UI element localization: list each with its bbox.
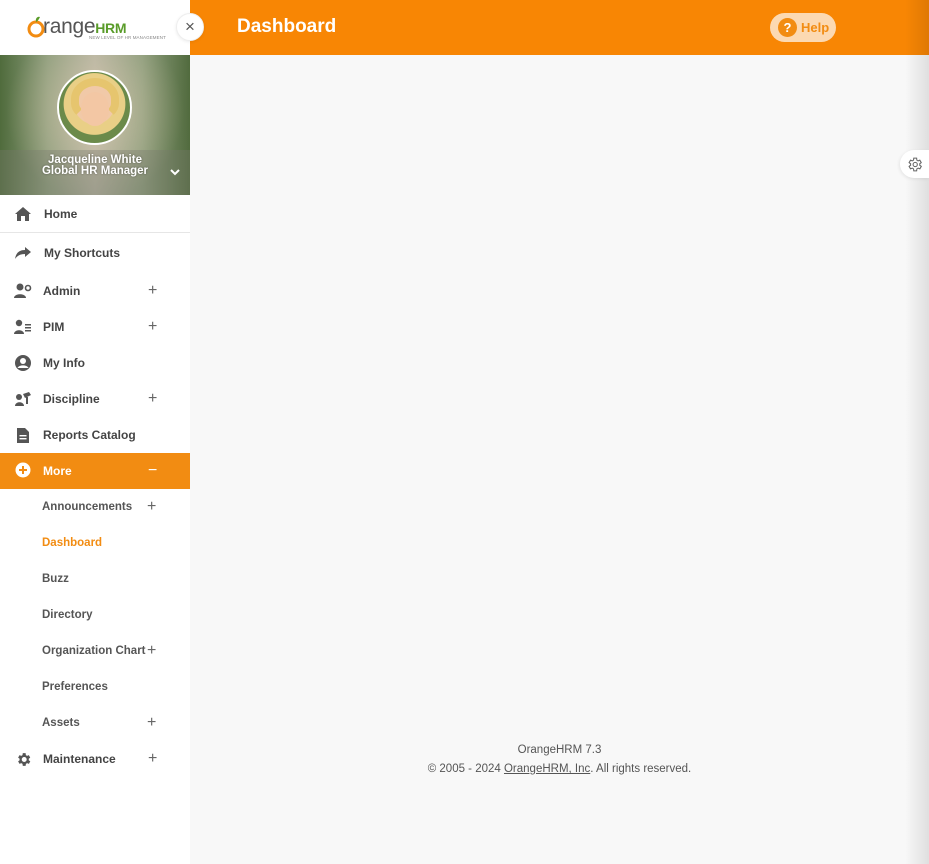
submenu-item-organization-chart-label: Organization Chart xyxy=(42,645,146,657)
chevron-down-icon[interactable] xyxy=(168,165,182,179)
footer-version: OrangeHRM 7.3 xyxy=(517,744,602,756)
menu-item-admin-expand[interactable]: + xyxy=(148,283,157,299)
user-profile-card[interactable]: Jacqueline White Global HR Manager xyxy=(0,55,190,195)
submenu-item-dashboard[interactable]: Dashboard xyxy=(0,525,190,561)
submenu-item-preferences[interactable]: Preferences xyxy=(0,669,190,705)
home-icon xyxy=(14,205,32,223)
help-icon: ? xyxy=(778,18,797,37)
menu-item-maintenance-expand[interactable]: + xyxy=(148,751,157,767)
menu-item-my-shortcuts-label: My Shortcuts xyxy=(44,246,121,260)
help-label: Help xyxy=(801,20,830,35)
menu-item-my-shortcuts[interactable]: My Shortcuts xyxy=(0,233,190,273)
submenu-item-organization-chart-expand[interactable]: + xyxy=(147,643,156,659)
menu-item-my-info-label: My Info xyxy=(43,356,85,370)
user-circle-icon xyxy=(14,354,32,372)
report-icon xyxy=(14,426,32,444)
avatar-face xyxy=(81,92,109,126)
menu-item-discipline-label: Discipline xyxy=(43,392,100,406)
submenu-item-assets-expand[interactable]: + xyxy=(147,715,156,731)
help-button[interactable]: ? Help xyxy=(770,13,836,42)
footer-copyright-suffix: . All rights reserved. xyxy=(590,763,692,775)
orangehrm-logo[interactable]: rangeHRM NEW LEVEL OF HR MANAGEMENT xyxy=(27,13,167,43)
right-edge-shadow xyxy=(905,0,929,864)
menu-item-more-label: More xyxy=(43,464,72,478)
menu-item-pim-expand[interactable]: + xyxy=(148,319,157,335)
menu-item-maintenance[interactable]: Maintenance + xyxy=(0,741,190,777)
menu-item-more[interactable]: More − xyxy=(0,453,190,489)
id-list-icon xyxy=(14,318,32,336)
logo-wordmark-range: range xyxy=(43,15,96,38)
submenu-item-preferences-label: Preferences xyxy=(42,681,108,693)
menu-item-more-collapse[interactable]: − xyxy=(148,463,157,479)
user-cog-icon xyxy=(14,282,32,300)
main-menu: Home My Shortcuts Admin + PIM + My Info … xyxy=(0,195,190,777)
avatar xyxy=(57,70,132,145)
submenu-item-assets-label: Assets xyxy=(42,717,80,729)
logo-tagline: NEW LEVEL OF HR MANAGEMENT xyxy=(89,35,166,40)
menu-item-discipline-expand[interactable]: + xyxy=(148,391,157,407)
menu-item-admin[interactable]: Admin + xyxy=(0,273,190,309)
logo-area: rangeHRM NEW LEVEL OF HR MANAGEMENT xyxy=(0,0,190,55)
menu-item-reports-catalog-label: Reports Catalog xyxy=(43,428,136,442)
profile-job-title: Global HR Manager xyxy=(41,165,149,177)
submenu-item-directory[interactable]: Directory xyxy=(0,597,190,633)
submenu-item-dashboard-label: Dashboard xyxy=(42,537,103,549)
menu-item-my-info[interactable]: My Info xyxy=(0,345,190,381)
close-icon: × xyxy=(185,17,195,36)
settings-button[interactable] xyxy=(900,150,929,178)
submenu-item-assets[interactable]: Assets + xyxy=(0,705,190,741)
submenu-item-organization-chart[interactable]: Organization Chart + xyxy=(0,633,190,669)
submenu-item-buzz-label: Buzz xyxy=(42,573,69,585)
discipline-icon xyxy=(14,390,32,408)
footer-copyright-prefix: © 2005 - 2024 xyxy=(427,763,504,775)
submenu-item-announcements[interactable]: Announcements + xyxy=(0,489,190,525)
menu-item-discipline[interactable]: Discipline + xyxy=(0,381,190,417)
submenu-item-buzz[interactable]: Buzz xyxy=(0,561,190,597)
plus-circle-icon xyxy=(14,462,32,480)
logo-wordmark-hrm: HRM xyxy=(95,20,127,36)
settings-icon xyxy=(908,157,922,171)
menu-item-admin-label: Admin xyxy=(43,284,81,298)
submenu-item-directory-label: Directory xyxy=(42,609,93,621)
menu-item-home[interactable]: Home xyxy=(0,195,190,233)
menu-item-home-label: Home xyxy=(44,206,78,221)
footer-company-link[interactable]: OrangeHRM, Inc xyxy=(504,763,590,775)
gear-icon xyxy=(14,750,32,768)
menu-item-pim-label: PIM xyxy=(43,320,65,334)
menu-item-maintenance-label: Maintenance xyxy=(43,752,116,766)
top-header: Dashboard ? Help xyxy=(190,0,929,55)
footer-copyright: © 2005 - 2024 OrangeHRM, Inc. All rights… xyxy=(190,763,929,775)
page-title: Dashboard xyxy=(237,16,337,37)
submenu-item-announcements-expand[interactable]: + xyxy=(147,499,156,515)
sidebar: rangeHRM NEW LEVEL OF HR MANAGEMENT × Ja… xyxy=(0,0,204,864)
menu-item-reports-catalog[interactable]: Reports Catalog xyxy=(0,417,190,453)
menu-item-pim[interactable]: PIM + xyxy=(0,309,190,345)
share-icon xyxy=(14,244,32,262)
submenu-item-announcements-label: Announcements xyxy=(42,501,133,513)
sidebar-close-button[interactable]: × xyxy=(176,13,204,41)
